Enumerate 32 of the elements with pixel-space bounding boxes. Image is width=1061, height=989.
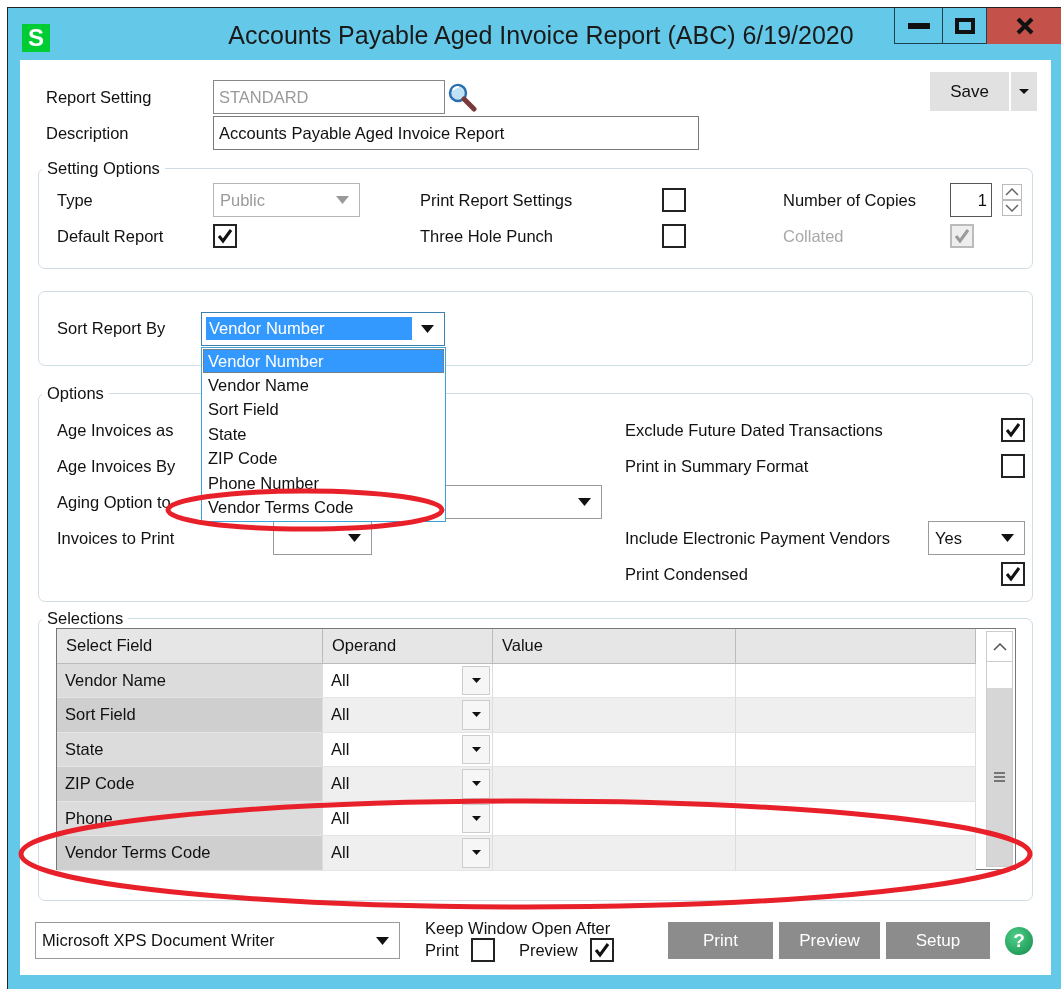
table-cell: Vendor Name xyxy=(57,663,323,698)
field-label: Exclude Future Dated Transactions xyxy=(625,420,883,440)
field-label: Keep Window Open After xyxy=(425,919,612,938)
field-label: Three Hole Punch xyxy=(420,226,553,246)
table-cell: Vendor Terms Code xyxy=(57,836,323,871)
field-label: Print in Summary Format xyxy=(625,456,809,476)
field-label: Report Setting xyxy=(46,87,152,107)
field-label: Description xyxy=(46,123,129,143)
field-label: Sort Report By xyxy=(57,319,166,337)
field-label: Age Invoices By xyxy=(57,456,176,476)
column-header: Operand xyxy=(323,629,493,664)
app-logo: S xyxy=(22,24,50,52)
field-label: Invoices to Print xyxy=(57,528,175,548)
group-title: Setting Options xyxy=(46,159,161,178)
column-header: Value xyxy=(493,629,736,664)
group-title: Options xyxy=(46,384,105,403)
table-cell: Sort Field xyxy=(57,698,323,733)
column-header: Select Field xyxy=(57,629,323,664)
field-label: Print Report Settings xyxy=(420,190,573,210)
field-label: Collated xyxy=(783,226,844,246)
field-label: Print xyxy=(425,940,459,960)
table-cell: ZIP Code xyxy=(57,767,323,802)
field-label: Default Report xyxy=(57,226,164,246)
field-label: Preview xyxy=(518,940,578,960)
field-label: Number of Copies xyxy=(783,190,916,210)
field-label: Print Condensed xyxy=(625,564,748,584)
field-label: Type xyxy=(57,190,93,210)
field-label: Include Electronic Payment Vendors xyxy=(625,528,891,548)
group-title: Selections xyxy=(46,609,125,628)
window-title: Accounts Payable Aged Invoice Report (ABC) 6/19/2020 xyxy=(227,21,855,50)
table-cell: State xyxy=(57,732,323,767)
field-label: Age Invoices as xyxy=(57,420,174,440)
